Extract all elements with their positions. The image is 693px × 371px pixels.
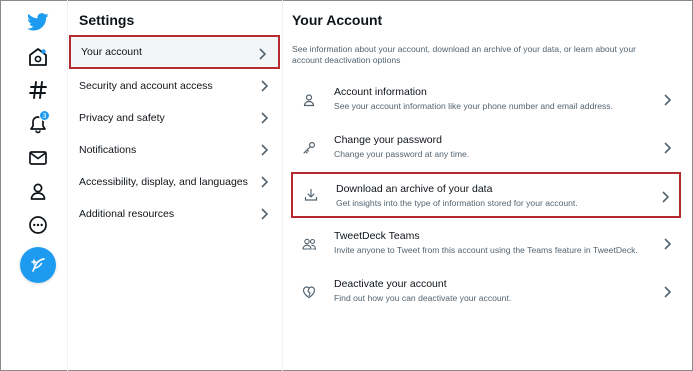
nav-rail: 3 — [0, 0, 68, 371]
account-item-deactivate[interactable]: Deactivate your account Find out how you… — [291, 269, 681, 315]
settings-title: Settings — [79, 12, 135, 28]
account-item-account-information[interactable]: Account information See your account inf… — [291, 77, 681, 123]
person-icon — [301, 92, 317, 108]
chevron-right-icon — [662, 191, 669, 203]
page-title: Your Account — [292, 12, 383, 28]
settings-item-label: Additional resources — [79, 208, 175, 220]
chevron-right-icon — [261, 144, 268, 156]
chevron-right-icon — [664, 238, 671, 250]
settings-item-security[interactable]: Security and account access — [69, 69, 280, 103]
settings-item-label: Security and account access — [79, 80, 213, 92]
account-item-description: Find out how you can deactivate your acc… — [334, 293, 512, 303]
chevron-right-icon — [259, 48, 266, 60]
download-icon — [303, 187, 319, 203]
account-item-description: Get insights into the type of informatio… — [336, 198, 578, 208]
messages-envelope-icon[interactable] — [22, 142, 54, 174]
settings-item-accessibility[interactable]: Accessibility, display, and languages — [69, 165, 280, 199]
twitter-logo-icon[interactable] — [22, 6, 54, 38]
account-item-label: Change your password — [334, 134, 442, 146]
notification-count-badge: 3 — [39, 110, 50, 121]
compose-tweet-icon[interactable] — [20, 247, 56, 283]
chevron-right-icon — [664, 286, 671, 298]
account-item-description: See your account information like your p… — [334, 101, 613, 111]
account-description: See information about your account, down… — [292, 44, 636, 65]
people-icon — [301, 236, 317, 252]
explore-hashtag-icon[interactable] — [22, 74, 54, 106]
settings-item-notifications[interactable]: Notifications — [69, 133, 280, 167]
chevron-right-icon — [261, 80, 268, 92]
chevron-right-icon — [261, 176, 268, 188]
settings-item-label: Notifications — [79, 144, 137, 156]
settings-item-your-account[interactable]: Your account — [69, 35, 280, 69]
settings-item-additional-resources[interactable]: Additional resources — [69, 197, 280, 231]
account-item-change-password[interactable]: Change your password Change your passwor… — [291, 125, 681, 171]
chevron-right-icon — [664, 142, 671, 154]
settings-item-label: Your account — [81, 46, 142, 58]
account-item-download-archive[interactable]: Download an archive of your data Get ins… — [291, 172, 681, 218]
chevron-right-icon — [261, 112, 268, 124]
more-icon[interactable] — [22, 209, 54, 241]
key-icon — [301, 140, 317, 156]
account-item-label: Deactivate your account — [334, 278, 447, 290]
account-item-label: TweetDeck Teams — [334, 230, 420, 242]
broken-heart-icon — [301, 284, 317, 300]
account-item-label: Download an archive of your data — [336, 183, 493, 195]
account-item-tweetdeck-teams[interactable]: TweetDeck Teams Invite anyone to Tweet f… — [291, 221, 681, 267]
chevron-right-icon — [664, 94, 671, 106]
notifications-bell-icon[interactable]: 3 — [22, 108, 54, 140]
account-item-description: Change your password at any time. — [334, 149, 470, 159]
chevron-right-icon — [261, 208, 268, 220]
your-account-panel: Your Account See information about your … — [283, 0, 693, 371]
settings-item-label: Privacy and safety — [79, 112, 165, 124]
profile-person-icon[interactable] — [22, 175, 54, 207]
settings-column: Settings Your account Security and accou… — [68, 0, 283, 371]
home-icon[interactable] — [22, 41, 54, 73]
settings-item-label: Accessibility, display, and languages — [79, 176, 248, 188]
settings-item-privacy[interactable]: Privacy and safety — [69, 101, 280, 135]
account-item-label: Account information — [334, 86, 427, 98]
account-item-description: Invite anyone to Tweet from this account… — [334, 245, 638, 255]
